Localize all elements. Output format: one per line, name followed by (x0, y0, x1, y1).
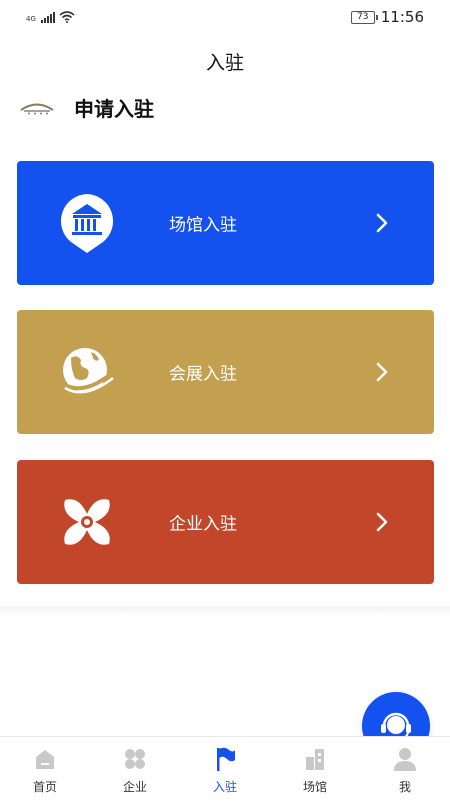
bottom-tab-bar: 首页 企业 入驻 场馆 我 (0, 736, 450, 801)
tab-company[interactable]: 企业 (90, 737, 180, 801)
tab-me[interactable]: 我 (360, 737, 450, 801)
flag-icon (213, 746, 237, 772)
tab-company-label: 企业 (122, 780, 147, 794)
company-apply-card[interactable]: 企业入驻 (17, 460, 434, 584)
globe-icon (57, 342, 117, 402)
network-label: 4G (26, 15, 36, 23)
chevron-right-icon (376, 512, 388, 532)
wifi-icon (59, 11, 75, 23)
tab-home-label: 首页 (32, 780, 57, 794)
status-left: 4G (26, 11, 75, 23)
chevron-right-icon (376, 213, 388, 233)
status-right: 73 11:56 (350, 8, 424, 26)
section-title: 申请入驻 (74, 97, 154, 121)
museum-pin-icon (57, 193, 117, 253)
tab-venue-label: 场馆 (302, 780, 327, 794)
building-icon (303, 746, 327, 772)
expo-apply-card[interactable]: 会展入驻 (17, 310, 434, 434)
tab-apply[interactable]: 入驻 (180, 737, 270, 801)
chevron-right-icon (376, 362, 388, 382)
tab-venue[interactable]: 场馆 (270, 737, 360, 801)
status-bar: 4G 73 11:56 (0, 0, 450, 34)
company-apply-label: 企业入驻 (169, 514, 237, 535)
section-divider (0, 606, 450, 616)
venue-apply-card[interactable]: 场馆入驻 (17, 161, 434, 285)
battery-icon: 73 (350, 10, 378, 24)
tab-me-label: 我 (398, 780, 411, 794)
clock: 11:56 (380, 8, 424, 26)
grid-icon (123, 746, 147, 772)
home-icon (33, 746, 57, 772)
person-icon (393, 746, 417, 772)
flower-icon (57, 492, 117, 552)
page-title: 入驻 (205, 52, 244, 74)
expo-apply-label: 会展入驻 (169, 364, 237, 385)
tab-apply-label: 入驻 (212, 780, 237, 794)
signal-icon (40, 11, 55, 23)
brand-logo (18, 97, 56, 119)
tab-home[interactable]: 首页 (0, 737, 90, 801)
section-header: 申请入驻 (18, 93, 154, 122)
venue-apply-label: 场馆入驻 (169, 215, 237, 236)
